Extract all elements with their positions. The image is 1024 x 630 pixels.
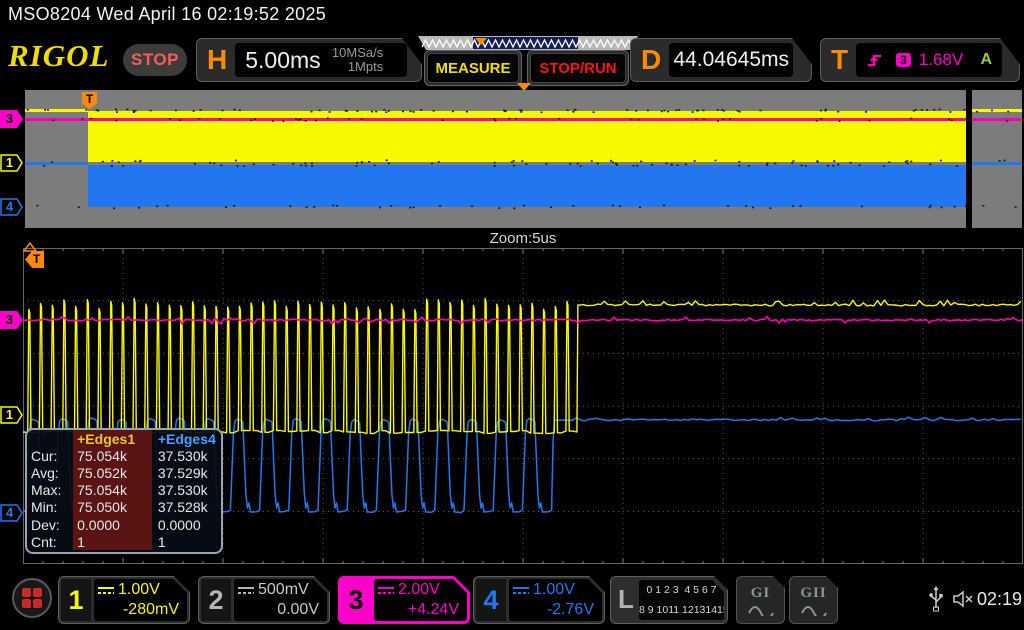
dc-coupling-icon bbox=[378, 586, 394, 596]
rigol-logo: RIGOL bbox=[8, 38, 109, 74]
channel4-offset: -2.76V bbox=[547, 601, 594, 619]
channel2-box[interactable]: 2 500mV 0.00V bbox=[198, 576, 330, 624]
speaker-muted-icon[interactable] bbox=[952, 590, 974, 608]
measurement-panel[interactable]: +Edges1 +Edges4 Cur:75.054k37.530k Avg:7… bbox=[25, 428, 223, 554]
title-bar: MSO8204 Wed April 16 02:19:52 2025 bbox=[0, 0, 1024, 30]
dc-coupling-icon bbox=[238, 586, 254, 596]
measure-value: 0.0000 bbox=[152, 516, 221, 533]
generator1-button[interactable]: GI bbox=[736, 576, 785, 624]
overview-waveform-strip: T bbox=[25, 90, 1022, 228]
measure-value: 37.529k bbox=[152, 464, 221, 481]
h-label: H bbox=[197, 44, 235, 76]
measure-value: 75.050k bbox=[73, 499, 152, 516]
horizontal-timebase-group[interactable]: H 5.00ms 10MSa/s 1Mpts bbox=[196, 38, 422, 82]
measure-row-label: Min: bbox=[27, 499, 73, 515]
sine-wave-icon bbox=[800, 602, 828, 616]
acquisition-info: 10MSa/s 1Mpts bbox=[332, 46, 407, 74]
trigger-source-badge: 3 bbox=[896, 53, 911, 67]
zoom-ch4-marker[interactable]: 4 bbox=[0, 503, 24, 523]
strip-ch4-marker[interactable]: 4 bbox=[0, 197, 24, 217]
channel3-scale: 2.00V bbox=[398, 581, 440, 599]
measure-col1-header: +Edges1 bbox=[73, 430, 152, 447]
measure-value: 37.530k bbox=[152, 482, 221, 499]
channel3-box[interactable]: 3 2.00V +4.24V bbox=[338, 576, 470, 624]
memory-depth: 1Mpts bbox=[348, 59, 383, 74]
usb-icon bbox=[928, 586, 944, 612]
stop-run-button[interactable]: STOP/RUN bbox=[527, 50, 629, 86]
menu-grid-icon bbox=[22, 599, 31, 608]
channel4-number: 4 bbox=[476, 579, 506, 621]
logic-row2: 8 9 1011 12131415 bbox=[639, 600, 724, 620]
trigger-group[interactable]: T 3 1.68V A bbox=[820, 38, 1020, 82]
dc-coupling-icon bbox=[98, 586, 114, 596]
strip-ch3-marker[interactable]: 3 bbox=[0, 109, 24, 129]
measure-value: 75.054k bbox=[73, 447, 152, 464]
measure-value: 75.052k bbox=[73, 464, 152, 481]
t-label: T bbox=[821, 44, 856, 76]
menu-grid-icon bbox=[22, 588, 31, 597]
channel1-box[interactable]: 1 1.00V -280mV bbox=[58, 576, 190, 624]
dc-coupling-icon bbox=[513, 586, 529, 596]
logic-row1: 0 1 2 3 4 5 6 7 bbox=[639, 580, 724, 600]
measure-value: 1 bbox=[152, 533, 221, 550]
measure-row-label: Dev: bbox=[27, 517, 73, 533]
trigger-sweep-mode: A bbox=[981, 51, 1003, 69]
menu-button[interactable] bbox=[12, 578, 52, 618]
channel2-number: 2 bbox=[201, 579, 231, 621]
measure-value: 1 bbox=[73, 533, 152, 550]
sine-wave-icon bbox=[747, 602, 775, 616]
logic-channels-box[interactable]: L 0 1 2 3 4 5 6 7 8 9 1011 12131415 bbox=[610, 576, 728, 624]
generator2-label: GII bbox=[800, 585, 826, 602]
zoom-scale-label: Zoom:5us bbox=[23, 230, 1023, 247]
clock-time: 02:19 bbox=[977, 589, 1022, 610]
measure-value: 37.530k bbox=[152, 447, 221, 464]
channel1-number: 1 bbox=[61, 579, 91, 621]
generator1-label: GI bbox=[751, 585, 771, 602]
corner-triangle-icon bbox=[23, 242, 37, 252]
channel2-offset: 0.00V bbox=[277, 601, 319, 619]
sample-rate: 10MSa/s bbox=[332, 45, 383, 60]
measure-row-label: Cnt: bbox=[27, 534, 73, 550]
timebase-value: 5.00ms bbox=[235, 47, 332, 74]
oscilloscope-screen: MSO8204 Wed April 16 02:19:52 2025 RIGOL… bbox=[0, 0, 1024, 630]
measure-value: 75.054k bbox=[73, 482, 152, 499]
channel1-scale: 1.00V bbox=[118, 581, 160, 599]
delay-group[interactable]: D 44.04645ms bbox=[630, 38, 812, 82]
zoom-ch1-marker[interactable]: 1 bbox=[0, 405, 24, 425]
channel4-scale: 1.00V bbox=[533, 581, 575, 599]
model-and-datetime: MSO8204 Wed April 16 02:19:52 2025 bbox=[8, 4, 326, 25]
channel1-offset: -280mV bbox=[123, 601, 179, 619]
measure-button[interactable]: MEASURE bbox=[424, 50, 522, 86]
overview-traces bbox=[25, 90, 1022, 228]
channel2-scale: 500mV bbox=[258, 581, 309, 599]
delay-value: 44.04645ms bbox=[673, 48, 789, 72]
menu-grid-icon bbox=[33, 599, 42, 608]
rising-edge-trigger-icon bbox=[866, 51, 886, 69]
run-state-badge[interactable]: STOP bbox=[123, 44, 187, 76]
measure-value: 0.0000 bbox=[73, 516, 152, 533]
channel4-box[interactable]: 4 1.00V -2.76V bbox=[473, 576, 605, 624]
strip-ch1-marker[interactable]: 1 bbox=[0, 153, 24, 173]
menu-grid-icon bbox=[33, 588, 42, 597]
channel3-offset: +4.24V bbox=[408, 601, 459, 619]
d-label: D bbox=[631, 44, 669, 76]
zoom-ch3-marker[interactable]: 3 bbox=[0, 310, 24, 330]
logic-label: L bbox=[615, 579, 637, 619]
trigger-level-value: 1.68V bbox=[919, 50, 981, 70]
measure-row-label: Cur: bbox=[27, 448, 73, 464]
measure-row-label: Avg: bbox=[27, 465, 73, 481]
measure-row-label: Max: bbox=[27, 482, 73, 498]
memory-position-bar[interactable] bbox=[418, 36, 638, 50]
measure-value: 37.528k bbox=[152, 499, 221, 516]
generator2-button[interactable]: GII bbox=[789, 576, 838, 624]
channel3-number: 3 bbox=[341, 579, 371, 621]
measure-col2-header: +Edges4 bbox=[152, 430, 221, 447]
